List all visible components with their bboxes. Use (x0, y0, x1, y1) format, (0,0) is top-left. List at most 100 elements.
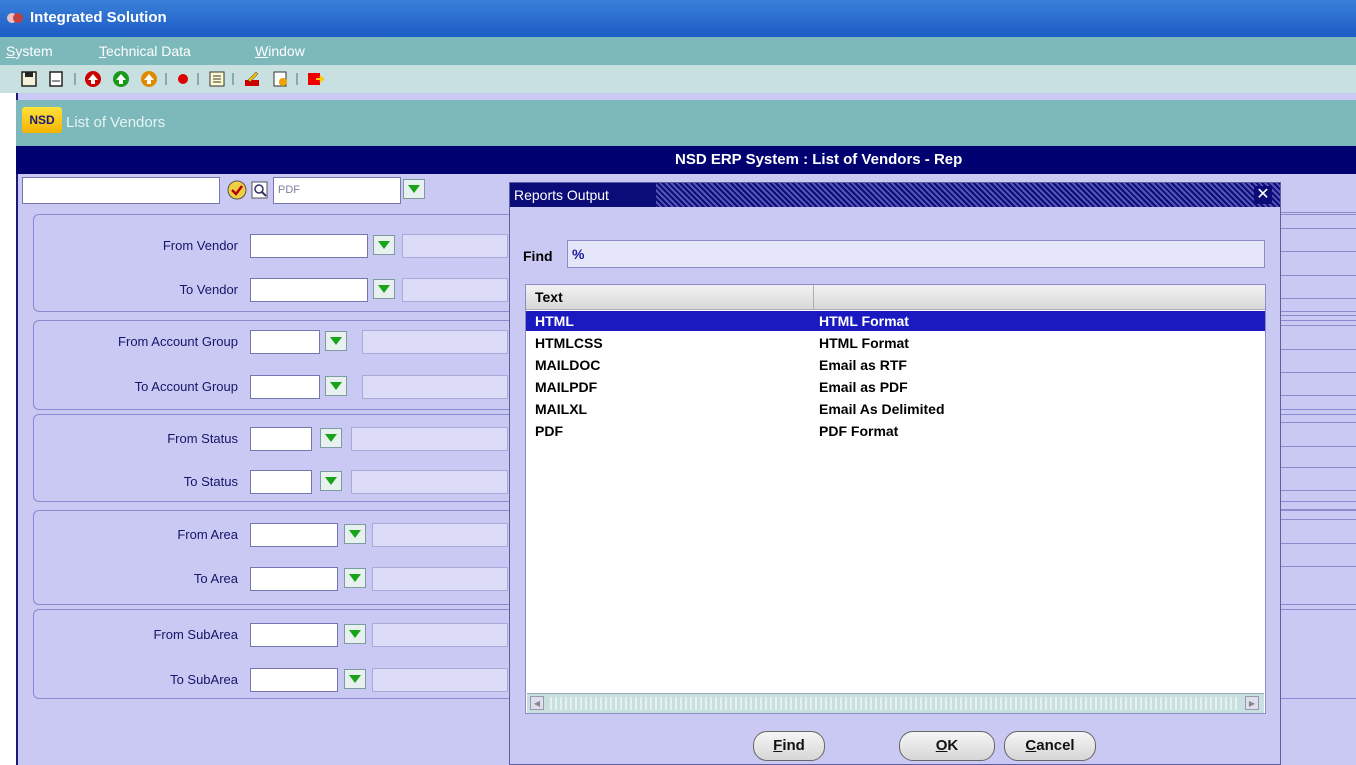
from-account-group-label: From Account Group (118, 334, 238, 349)
toolbar-separator (197, 73, 199, 85)
from-account-group-input[interactable] (250, 330, 320, 354)
from-subarea-label: From SubArea (153, 627, 238, 642)
divider (1276, 212, 1356, 213)
chevron-down-icon (349, 630, 361, 638)
ok-button[interactable]: OK (899, 731, 995, 761)
from-account-group-description (362, 330, 508, 354)
list-row[interactable]: MAILXL Email As Delimited (526, 399, 1265, 419)
chevron-down-icon (330, 382, 342, 390)
app-icon (7, 13, 23, 23)
to-status-lov-button[interactable] (320, 471, 342, 491)
from-status-lov-button[interactable] (320, 428, 342, 448)
find-input-value: % (572, 246, 585, 262)
from-vendor-input[interactable] (250, 234, 368, 258)
divider (1276, 315, 1356, 316)
to-area-description (372, 567, 508, 591)
to-account-group-label: To Account Group (134, 379, 238, 394)
chevron-down-icon (325, 477, 337, 485)
divider (1276, 543, 1356, 544)
dialog-title-bar[interactable]: Reports Output ✕ (510, 183, 1280, 207)
list-row[interactable]: HTMLCSS HTML Format (526, 333, 1265, 353)
menu-bar: System Technical Data Window (0, 37, 1356, 65)
output-format-list: Text HTML HTML Format HTMLCSS HTML Format … (525, 284, 1266, 714)
from-vendor-label: From Vendor (162, 238, 238, 253)
to-status-description (351, 470, 508, 494)
toolbar-separator (296, 73, 298, 85)
to-account-group-lov-button[interactable] (325, 376, 347, 396)
find-label: Find (523, 248, 553, 264)
from-area-input[interactable] (250, 523, 338, 547)
to-vendor-label: To Vendor (179, 282, 238, 297)
to-vendor-input[interactable] (250, 278, 368, 302)
to-area-lov-button[interactable] (344, 568, 366, 588)
report-banner: NSD ERP System : List of Vendors - Rep (16, 146, 1356, 174)
from-area-lov-button[interactable] (344, 524, 366, 544)
from-vendor-description (402, 234, 508, 258)
scrollbar-thumb[interactable] (547, 697, 1240, 710)
menu-window[interactable]: Window (255, 43, 305, 59)
chevron-down-icon (349, 675, 361, 683)
chevron-down-icon (330, 337, 342, 345)
to-subarea-input[interactable] (250, 668, 338, 692)
preview-icon[interactable] (250, 180, 270, 200)
output-format-field[interactable]: PDF (273, 177, 401, 204)
divider (1276, 325, 1356, 326)
scroll-right-icon[interactable]: ▶ (1245, 696, 1259, 710)
find-input[interactable]: % (567, 240, 1265, 268)
toolbar (0, 65, 1356, 93)
format-dropdown-button[interactable] (403, 179, 425, 199)
exit-icon[interactable] (306, 70, 324, 88)
horizontal-scrollbar[interactable]: ◀ ▶ (527, 693, 1264, 713)
toolbar-separator (74, 73, 76, 85)
list-row[interactable]: HTML HTML Format (526, 311, 1265, 331)
menu-technical-data[interactable]: Technical Data (99, 43, 191, 59)
list-header: Text (526, 285, 1265, 310)
from-status-input[interactable] (250, 427, 312, 451)
from-status-label: From Status (167, 431, 238, 446)
divider (1276, 251, 1356, 252)
divider (1276, 422, 1356, 423)
record-icon[interactable] (174, 70, 192, 88)
list-row[interactable]: PDF PDF Format (526, 421, 1265, 441)
up-arrow-icon[interactable] (84, 70, 102, 88)
save-icon[interactable] (20, 70, 38, 88)
window-title: Integrated Solution (30, 9, 167, 26)
run-check-icon[interactable] (227, 180, 247, 200)
reports-output-dialog: Reports Output ✕ Find % Text HTML HTML Fo… (509, 182, 1281, 765)
form-title-bar (16, 100, 1356, 146)
from-account-group-lov-button[interactable] (325, 331, 347, 351)
chevron-down-icon (349, 574, 361, 582)
from-subarea-input[interactable] (250, 623, 338, 647)
to-status-label: To Status (183, 474, 238, 489)
open-icon[interactable] (271, 70, 289, 88)
to-vendor-lov-button[interactable] (373, 279, 395, 299)
divider (1276, 228, 1356, 229)
to-subarea-label: To SubArea (170, 672, 238, 687)
toolbar-separator (232, 73, 234, 85)
edit-icon[interactable] (243, 70, 261, 88)
find-button[interactable]: Find (753, 731, 825, 761)
to-account-group-input[interactable] (250, 375, 320, 399)
from-vendor-lov-button[interactable] (373, 235, 395, 255)
list-row[interactable]: MAILPDF Email as PDF (526, 377, 1265, 397)
cancel-button[interactable]: Cancel (1004, 731, 1096, 761)
divider (1276, 395, 1356, 396)
divider (1276, 509, 1356, 510)
to-area-input[interactable] (250, 567, 338, 591)
new-icon[interactable] (47, 70, 65, 88)
to-status-input[interactable] (250, 470, 312, 494)
to-account-group-description (362, 375, 508, 399)
up-arrow-green-icon[interactable] (112, 70, 130, 88)
up-arrow-orange-icon[interactable] (140, 70, 158, 88)
list-icon[interactable] (208, 70, 226, 88)
close-icon[interactable]: ✕ (1254, 186, 1272, 204)
divider (1276, 275, 1356, 276)
scroll-left-icon[interactable]: ◀ (530, 696, 544, 710)
to-subarea-lov-button[interactable] (344, 669, 366, 689)
column-header-text[interactable]: Text (526, 285, 814, 309)
menu-system[interactable]: System (6, 43, 53, 59)
divider (1276, 566, 1356, 567)
from-subarea-lov-button[interactable] (344, 624, 366, 644)
list-row[interactable]: MAILDOC Email as RTF (526, 355, 1265, 375)
report-name-input[interactable] (22, 177, 220, 204)
